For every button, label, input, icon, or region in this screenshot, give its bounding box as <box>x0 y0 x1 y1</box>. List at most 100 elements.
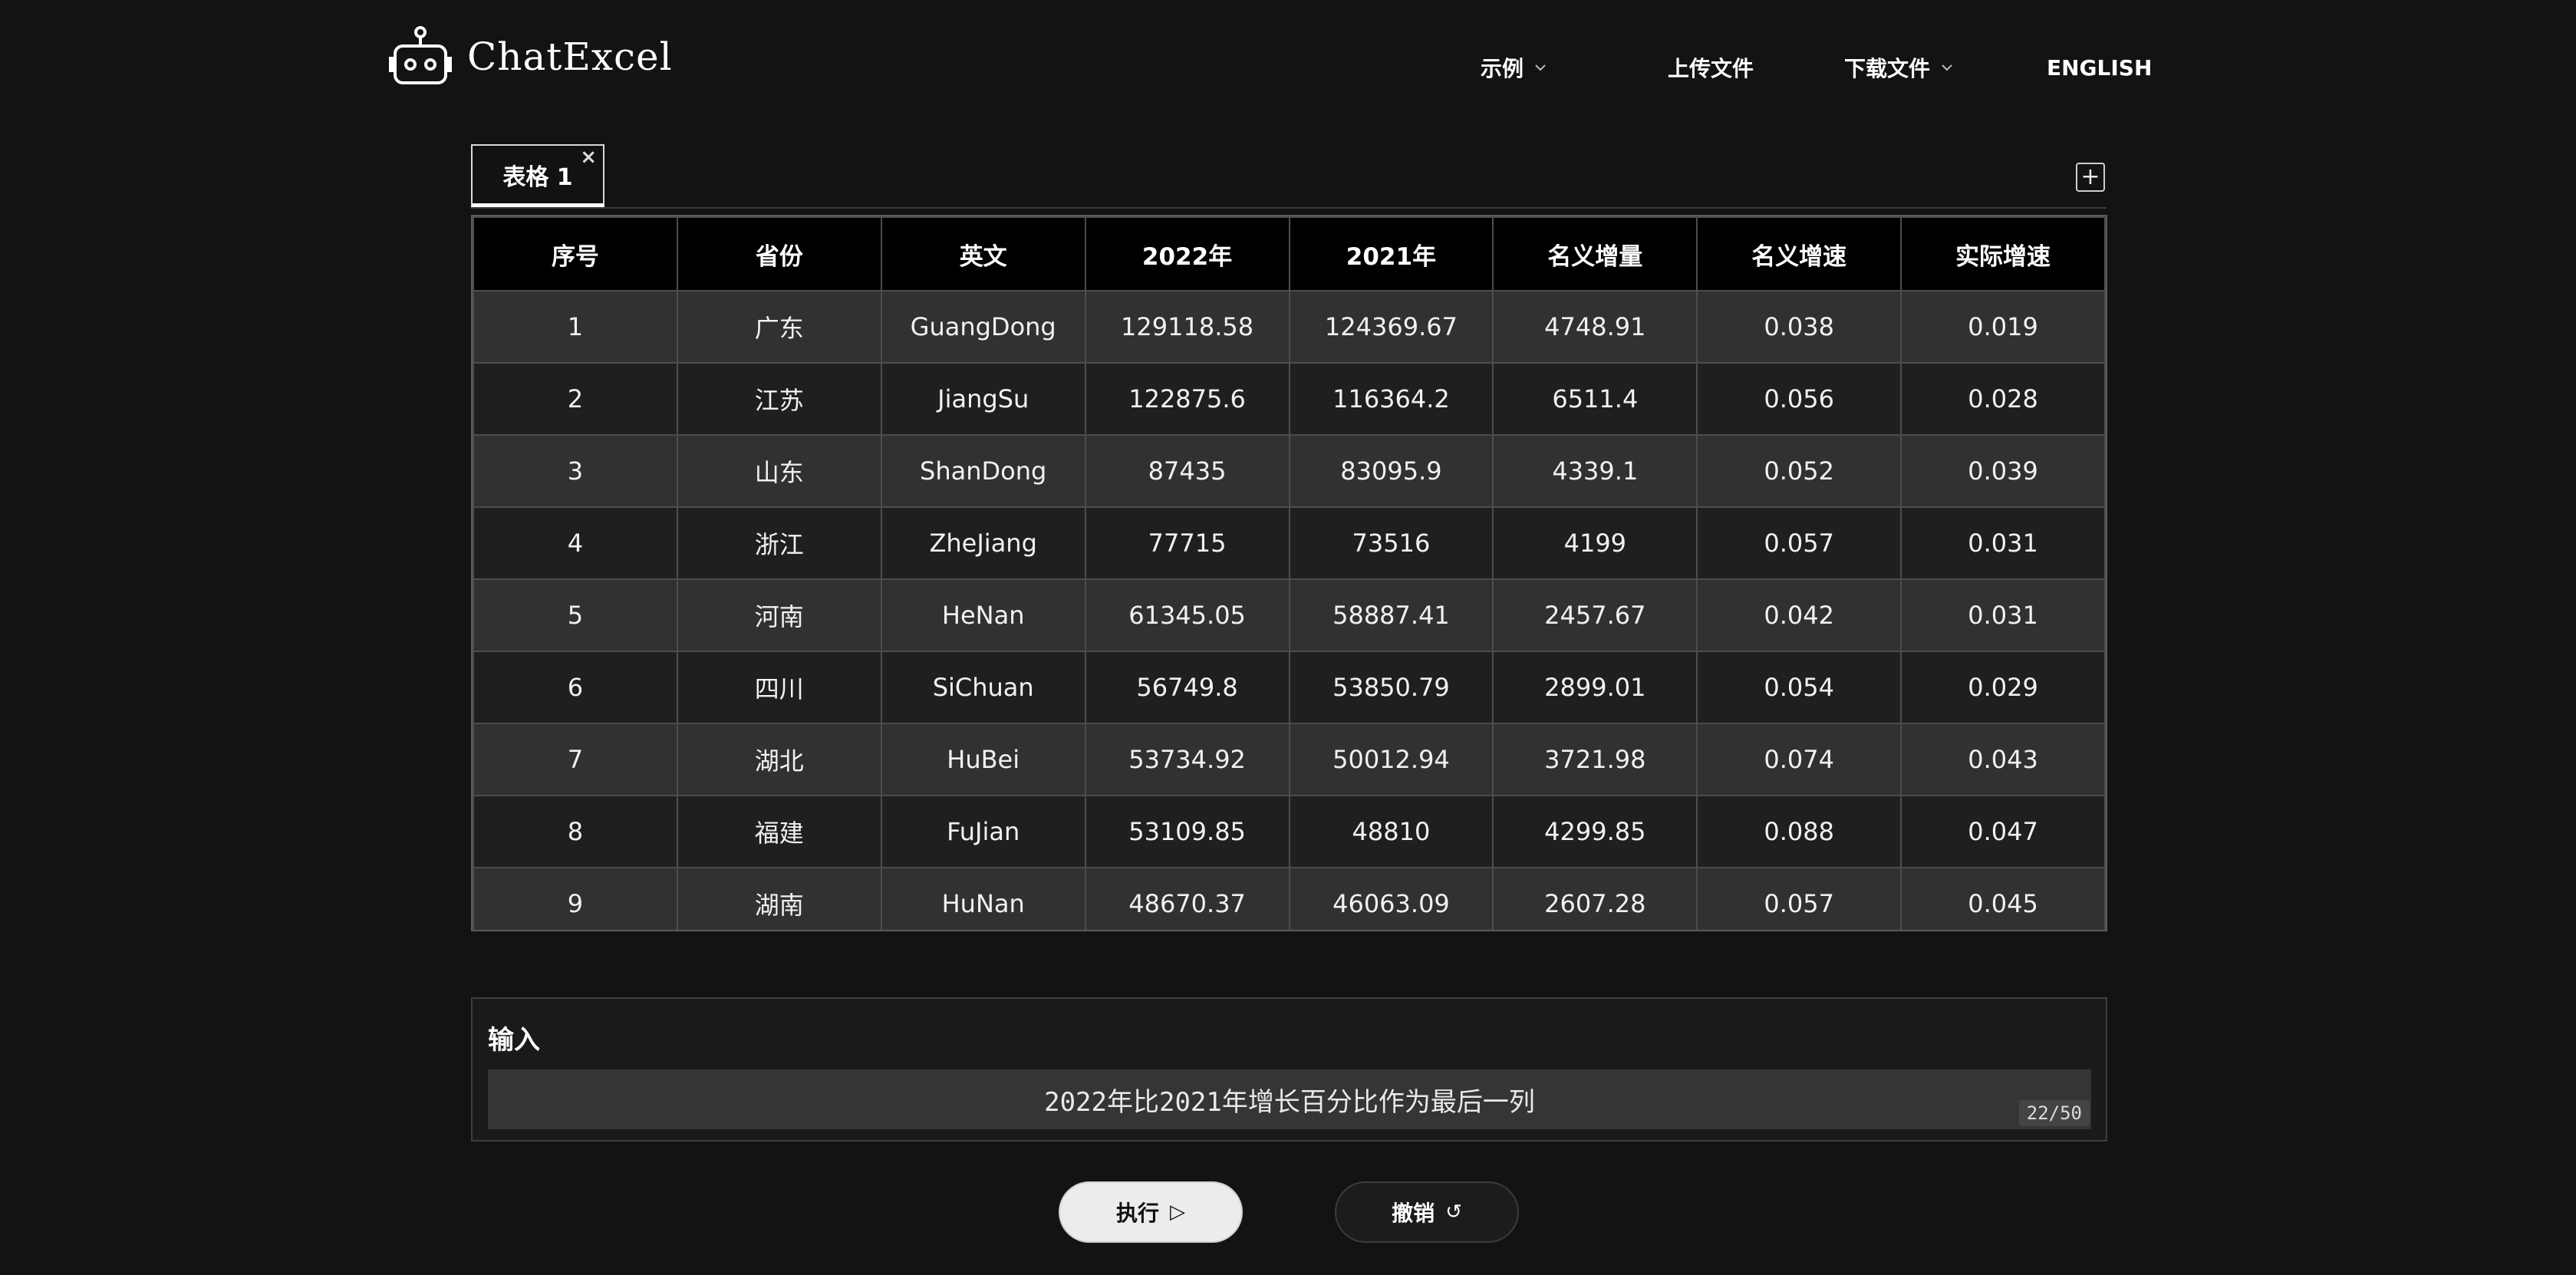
table-row: 9 湖南 HuNan 48670.37 46063.09 2607.28 0.057 0.04… <box>473 867 2106 930</box>
input-label: 输入 <box>488 1025 540 1056</box>
undo-button[interactable]: 撤销 ↺ <box>1335 1181 1519 1243</box>
table-cell[interactable]: 77715 <box>1084 506 1290 580</box>
table-cell[interactable]: 87435 <box>1084 434 1290 508</box>
table-cell[interactable]: 8 <box>473 795 678 868</box>
table-cell[interactable]: 0.054 <box>1696 651 1902 724</box>
column-header: 2022年 <box>1084 216 1290 292</box>
column-header: 英文 <box>880 216 1086 292</box>
table-cell[interactable]: 0.052 <box>1696 434 1902 508</box>
tab-sheet-1[interactable]: 表格 1 × <box>471 144 604 207</box>
table-cell[interactable]: 2899.01 <box>1492 651 1698 724</box>
table-row: 8 福建 FuJian 53109.85 48810 4299.85 0.088 0.047 <box>473 795 2106 868</box>
table-cell[interactable]: 0.031 <box>1900 578 2106 652</box>
table-cell[interactable]: 3 <box>473 434 678 508</box>
table-cell[interactable]: 4 <box>473 506 678 580</box>
table-cell[interactable]: ShanDong <box>880 434 1086 508</box>
table-cell[interactable]: 湖北 <box>676 723 882 796</box>
column-header: 名义增量 <box>1492 216 1698 292</box>
data-table: 序号 省份 英文 2022年 2021年 名义增量 名义增速 实际增速 1 广东 G… <box>473 216 2106 930</box>
table-cell[interactable]: 6 <box>473 651 678 724</box>
table-cell[interactable]: 广东 <box>676 290 882 364</box>
table-cell[interactable]: 56749.8 <box>1084 651 1290 724</box>
table-cell[interactable]: 2457.67 <box>1492 578 1698 652</box>
table-cell[interactable]: 2607.28 <box>1492 867 1698 930</box>
table-cell[interactable]: HuBei <box>880 723 1086 796</box>
table-cell[interactable]: 4299.85 <box>1492 795 1698 868</box>
table-cell[interactable]: FuJian <box>880 795 1086 868</box>
play-icon: ▷ <box>1170 1201 1185 1224</box>
table-cell[interactable]: HeNan <box>880 578 1086 652</box>
table-cell[interactable]: HuNan <box>880 867 1086 930</box>
table-cell[interactable]: 50012.94 <box>1288 723 1494 796</box>
table-cell[interactable]: 53850.79 <box>1288 651 1494 724</box>
table-cell[interactable]: 福建 <box>676 795 882 868</box>
table-cell[interactable]: 江苏 <box>676 362 882 436</box>
table-cell[interactable]: 湖南 <box>676 867 882 930</box>
table-cell[interactable]: 83095.9 <box>1288 434 1494 508</box>
table-cell[interactable]: 0.039 <box>1900 434 2106 508</box>
column-header: 2021年 <box>1288 216 1494 292</box>
table-cell[interactable]: 0.038 <box>1696 290 1902 364</box>
table-cell[interactable]: 58887.41 <box>1288 578 1494 652</box>
input-panel: 输入 2022年比2021年增长百分比作为最后一列 22/50 <box>471 997 2107 1142</box>
nav-examples-label: 示例 <box>1481 56 1524 81</box>
table-cell[interactable]: 48670.37 <box>1084 867 1290 930</box>
table-cell[interactable]: 0.088 <box>1696 795 1902 868</box>
close-icon[interactable]: × <box>580 147 597 167</box>
table-cell[interactable]: 6511.4 <box>1492 362 1698 436</box>
table-cell[interactable]: 0.074 <box>1696 723 1902 796</box>
table-cell[interactable]: 2 <box>473 362 678 436</box>
table-cell[interactable]: 3721.98 <box>1492 723 1698 796</box>
command-input[interactable]: 2022年比2021年增长百分比作为最后一列 22/50 <box>488 1069 2091 1129</box>
table-cell[interactable]: 53734.92 <box>1084 723 1290 796</box>
table-cell[interactable]: 0.029 <box>1900 651 2106 724</box>
table-cell[interactable]: 5 <box>473 578 678 652</box>
table-cell[interactable]: 0.045 <box>1900 867 2106 930</box>
table-cell[interactable]: 四川 <box>676 651 882 724</box>
table-cell[interactable]: SiChuan <box>880 651 1086 724</box>
nav-language[interactable]: ENGLISH <box>2047 51 2152 84</box>
logo[interactable]: ChatExcel <box>387 26 673 87</box>
table-cell[interactable]: 73516 <box>1288 506 1494 580</box>
table-cell[interactable]: 0.042 <box>1696 578 1902 652</box>
data-table-container[interactable]: 序号 省份 英文 2022年 2021年 名义增量 名义增速 实际增速 1 广东 G… <box>471 215 2107 931</box>
table-cell[interactable]: 7 <box>473 723 678 796</box>
table-cell[interactable]: 0.057 <box>1696 867 1902 930</box>
table-cell[interactable]: 1 <box>473 290 678 364</box>
table-cell[interactable]: 53109.85 <box>1084 795 1290 868</box>
nav-download[interactable]: 下载文件 <box>1844 51 1953 84</box>
table-cell[interactable]: 浙江 <box>676 506 882 580</box>
table-cell[interactable]: 0.047 <box>1900 795 2106 868</box>
table-cell[interactable]: 124369.67 <box>1288 290 1494 364</box>
table-cell[interactable]: 4748.91 <box>1492 290 1698 364</box>
table-cell[interactable]: 0.028 <box>1900 362 2106 436</box>
undo-icon: ↺ <box>1445 1201 1462 1224</box>
table-cell[interactable]: ZheJiang <box>880 506 1086 580</box>
table-cell[interactable]: 山东 <box>676 434 882 508</box>
table-cell[interactable]: 116364.2 <box>1288 362 1494 436</box>
table-cell[interactable]: 9 <box>473 867 678 930</box>
table-row: 5 河南 HeNan 61345.05 58887.41 2457.67 0.042 0.03… <box>473 578 2106 652</box>
table-cell[interactable]: 0.057 <box>1696 506 1902 580</box>
table-cell[interactable]: GuangDong <box>880 290 1086 364</box>
table-cell[interactable]: 0.056 <box>1696 362 1902 436</box>
table-cell[interactable]: 河南 <box>676 578 882 652</box>
table-cell[interactable]: 0.043 <box>1900 723 2106 796</box>
nav-examples[interactable]: 示例 <box>1481 51 1547 84</box>
table-cell[interactable]: 48810 <box>1288 795 1494 868</box>
tab-divider <box>471 207 2107 209</box>
table-cell[interactable]: 4339.1 <box>1492 434 1698 508</box>
column-header: 省份 <box>676 216 882 292</box>
table-cell[interactable]: 46063.09 <box>1288 867 1494 930</box>
table-cell[interactable]: 122875.6 <box>1084 362 1290 436</box>
run-button[interactable]: 执行 ▷ <box>1059 1181 1243 1243</box>
add-sheet-button[interactable]: + <box>2076 163 2105 192</box>
table-cell[interactable]: 4199 <box>1492 506 1698 580</box>
table-cell[interactable]: 0.031 <box>1900 506 2106 580</box>
table-cell[interactable]: 129118.58 <box>1084 290 1290 364</box>
table-cell[interactable]: JiangSu <box>880 362 1086 436</box>
table-cell[interactable]: 61345.05 <box>1084 578 1290 652</box>
table-cell[interactable]: 0.019 <box>1900 290 2106 364</box>
nav-upload[interactable]: 上传文件 <box>1668 51 1754 84</box>
tab-label: 表格 1 <box>502 163 573 191</box>
